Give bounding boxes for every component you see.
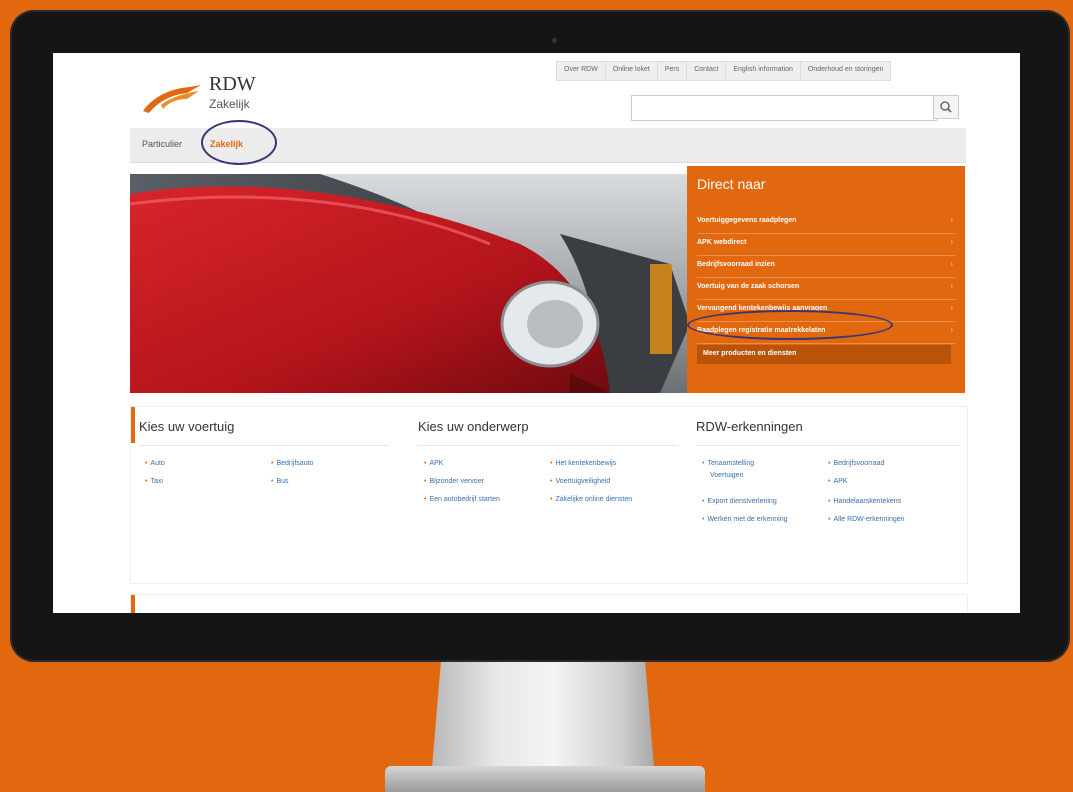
utility-nav: Over RDW Online loket Pers Contact Engli…: [556, 61, 892, 81]
link-apk-erkenning[interactable]: • APK: [828, 477, 847, 487]
link-bedrijfsvoorraad[interactable]: • Bedrijfsvoorraad: [828, 459, 884, 469]
direct-item-label: Bedrijfsvoorraad inzien: [697, 261, 775, 268]
link-voertuigen[interactable]: Voertuigen: [710, 471, 743, 481]
highlight-circle-registratie: [687, 310, 893, 340]
accent-bar: [131, 595, 135, 613]
direct-item-label: APK webdirect: [697, 239, 747, 246]
chevron-right-icon: ›: [950, 283, 953, 290]
chevron-right-icon: ›: [950, 327, 953, 334]
more-products-button[interactable]: Meer producten en diensten: [697, 345, 951, 364]
monitor-stand-base: [385, 766, 705, 792]
highlight-circle-zakelijk: [201, 120, 277, 165]
link-taxi[interactable]: • Taxi: [145, 477, 163, 487]
direct-item-label: Voertuig van de zaak schorsen: [697, 283, 800, 290]
next-section-panel: [130, 594, 968, 613]
column-title: Kies uw voertuig: [139, 419, 235, 434]
search-icon: [940, 101, 952, 113]
link-autobedrijf-starten[interactable]: • Een autobedrijf starten: [424, 495, 500, 505]
browser-screen: RDW Zakelijk Over RDW Online loket Pers …: [53, 53, 1020, 613]
chevron-right-icon: ›: [950, 305, 953, 312]
hero-image: [130, 174, 690, 393]
search-button[interactable]: [933, 95, 959, 119]
topic-columns: Kies uw voertuig • Auto • Bedrijfsauto • Ta…: [130, 406, 968, 584]
link-kentekenbewijs[interactable]: • Het kentekenbewijs: [550, 459, 616, 469]
link-voertuigveiligheid[interactable]: • Voertuigveiligheid: [550, 477, 610, 487]
chevron-right-icon: ›: [950, 239, 953, 246]
util-onderhoud[interactable]: Onderhoud en storingen: [801, 62, 891, 80]
column-title: RDW-erkenningen: [696, 419, 803, 434]
direct-item-label: Voertuiggegevens raadplegen: [697, 217, 797, 224]
util-contact[interactable]: Contact: [687, 62, 727, 80]
util-online-loket[interactable]: Online loket: [606, 62, 658, 80]
column-title: Kies uw onderwerp: [418, 419, 529, 434]
camera: [552, 38, 557, 43]
direct-item[interactable]: Bedrijfsvoorraad inzien ›: [697, 256, 955, 278]
link-zakelijke-diensten[interactable]: • Zakelijke online diensten: [550, 495, 632, 505]
link-bus[interactable]: • Bus: [271, 477, 289, 487]
more-products-label: Meer producten en diensten: [703, 350, 797, 357]
cars-photo: [130, 174, 690, 393]
util-pers[interactable]: Pers: [658, 62, 688, 80]
direct-naar-panel: Direct naar Voertuiggegevens raadplegen ›…: [687, 166, 965, 393]
link-bijzonder-vervoer[interactable]: • Bijzonder vervoer: [424, 477, 484, 487]
link-alle-erkenningen[interactable]: • Alle RDW-erkenningen: [828, 515, 905, 525]
accent-bar: [131, 407, 135, 443]
util-english[interactable]: English information: [726, 62, 801, 80]
chevron-right-icon: ›: [950, 261, 953, 268]
search-input[interactable]: [631, 95, 937, 121]
link-auto[interactable]: • Auto: [145, 459, 165, 469]
direct-item[interactable]: APK webdirect ›: [697, 234, 955, 256]
direct-item[interactable]: Voertuiggegevens raadplegen ›: [697, 212, 955, 234]
util-over-rdw[interactable]: Over RDW: [557, 62, 606, 80]
direct-item[interactable]: Voertuig van de zaak schorsen ›: [697, 278, 955, 300]
site-subtitle: Zakelijk: [209, 97, 250, 111]
direct-naar-title: Direct naar: [697, 176, 766, 192]
chevron-right-icon: ›: [950, 217, 953, 224]
link-handelaarskentekens[interactable]: • Handelaarskentekens: [828, 497, 901, 507]
link-apk[interactable]: • APK: [424, 459, 443, 469]
site-brand: RDW: [209, 73, 256, 95]
monitor-stand: [432, 662, 654, 768]
link-werken-met-erkenning[interactable]: • Werken met de erkenning: [702, 515, 787, 525]
link-tenaamstelling[interactable]: • Tenaamstelling: [702, 459, 754, 469]
rdw-logo-icon: [143, 85, 201, 113]
link-bedrijfsauto[interactable]: • Bedrijfsauto: [271, 459, 313, 469]
nav-particulier[interactable]: Particulier: [142, 139, 182, 149]
link-export[interactable]: • Export dienstverlening: [702, 497, 777, 507]
